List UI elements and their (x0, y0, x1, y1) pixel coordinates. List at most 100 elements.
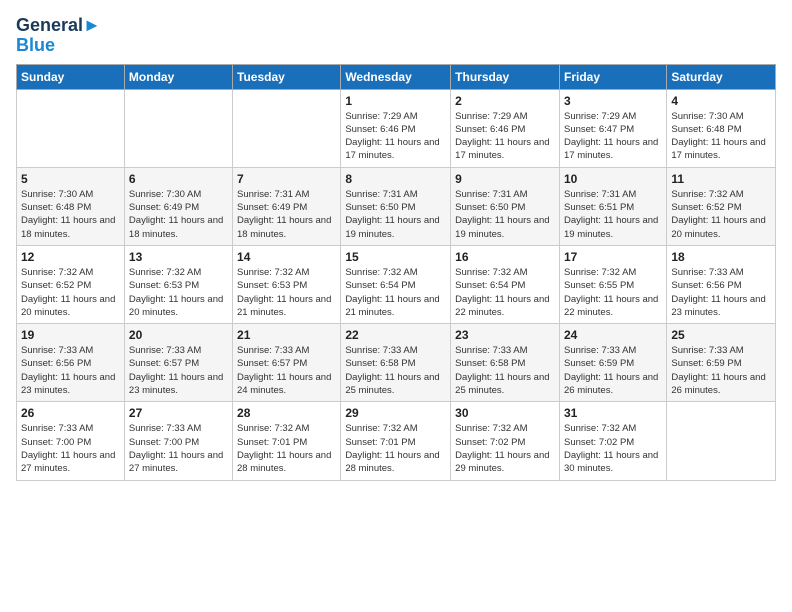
calendar-day-17: 17 Sunrise: 7:32 AM Sunset: 6:55 PM Dayli… (559, 245, 666, 323)
day-number: 4 (671, 94, 771, 108)
calendar-day-19: 19Sunrise: 7:33 AM Sunset: 6:56 PM Dayli… (17, 324, 125, 402)
day-info: Sunrise: 7:31 AM Sunset: 6:50 PM Dayligh… (455, 188, 555, 241)
day-info: Sunrise: 7:31 AM Sunset: 6:50 PM Dayligh… (345, 188, 446, 241)
day-info: Sunrise: 7:32 AM Sunset: 6:53 PM Dayligh… (237, 266, 336, 319)
day-number: 10 (564, 172, 662, 186)
day-number: 8 (345, 172, 446, 186)
day-number: 30 (455, 406, 555, 420)
calendar-day-20: 20 Sunrise: 7:33 AM Sunset: 6:57 PM Dayli… (124, 324, 232, 402)
calendar-day-8: 8 Sunrise: 7:31 AM Sunset: 6:50 PM Daylig… (341, 167, 451, 245)
logo: General►Blue (16, 16, 101, 56)
day-info: Sunrise: 7:31 AM Sunset: 6:49 PM Dayligh… (237, 188, 336, 241)
day-number: 29 (345, 406, 446, 420)
calendar-day-31: 31 Sunrise: 7:32 AM Sunset: 7:02 PM Dayli… (559, 402, 666, 480)
day-info: Sunrise: 7:29 AM Sunset: 6:46 PM Dayligh… (345, 110, 446, 163)
day-number: 17 (564, 250, 662, 264)
page-header: General►Blue (16, 16, 776, 56)
day-info: Sunrise: 7:33 AM Sunset: 7:00 PM Dayligh… (129, 422, 228, 475)
weekday-header-wednesday: Wednesday (341, 64, 451, 89)
day-number: 11 (671, 172, 771, 186)
day-number: 21 (237, 328, 336, 342)
day-number: 16 (455, 250, 555, 264)
day-info: Sunrise: 7:33 AM Sunset: 6:56 PM Dayligh… (671, 266, 771, 319)
day-number: 23 (455, 328, 555, 342)
calendar-week-3: 12 Sunrise: 7:32 AM Sunset: 6:52 PM Dayli… (17, 245, 776, 323)
weekday-header-saturday: Saturday (667, 64, 776, 89)
day-number: 5 (21, 172, 120, 186)
weekday-header-friday: Friday (559, 64, 666, 89)
day-info: Sunrise: 7:30 AM Sunset: 6:49 PM Dayligh… (129, 188, 228, 241)
day-number: 22 (345, 328, 446, 342)
calendar-empty (124, 89, 232, 167)
day-info: Sunrise: 7:32 AM Sunset: 6:54 PM Dayligh… (455, 266, 555, 319)
calendar-day-21: 21 Sunrise: 7:33 AM Sunset: 6:57 PM Dayli… (233, 324, 341, 402)
calendar-day-23: 23 Sunrise: 7:33 AM Sunset: 6:58 PM Dayli… (451, 324, 560, 402)
day-number: 27 (129, 406, 228, 420)
day-number: 24 (564, 328, 662, 342)
day-info: Sunrise: 7:33 AM Sunset: 6:59 PM Dayligh… (671, 344, 771, 397)
day-info: Sunrise: 7:33 AM Sunset: 6:58 PM Dayligh… (455, 344, 555, 397)
calendar-day-14: 14 Sunrise: 7:32 AM Sunset: 6:53 PM Dayli… (233, 245, 341, 323)
day-number: 9 (455, 172, 555, 186)
day-info: Sunrise: 7:32 AM Sunset: 6:52 PM Dayligh… (21, 266, 120, 319)
day-number: 15 (345, 250, 446, 264)
day-info: Sunrise: 7:32 AM Sunset: 7:02 PM Dayligh… (564, 422, 662, 475)
calendar-empty (667, 402, 776, 480)
calendar-day-29: 29 Sunrise: 7:32 AM Sunset: 7:01 PM Dayli… (341, 402, 451, 480)
calendar-header-row: SundayMondayTuesdayWednesdayThursdayFrid… (17, 64, 776, 89)
day-number: 31 (564, 406, 662, 420)
calendar-day-28: 28Sunrise: 7:32 AM Sunset: 7:01 PM Dayli… (233, 402, 341, 480)
calendar-day-26: 26 Sunrise: 7:33 AM Sunset: 7:00 PM Dayli… (17, 402, 125, 480)
calendar-day-15: 15Sunrise: 7:32 AM Sunset: 6:54 PM Dayli… (341, 245, 451, 323)
day-info: Sunrise: 7:32 AM Sunset: 6:53 PM Dayligh… (129, 266, 228, 319)
calendar-day-30: 30Sunrise: 7:32 AM Sunset: 7:02 PM Dayli… (451, 402, 560, 480)
day-info: Sunrise: 7:32 AM Sunset: 6:55 PM Dayligh… (564, 266, 662, 319)
day-number: 28 (237, 406, 336, 420)
day-number: 3 (564, 94, 662, 108)
calendar-day-3: 3 Sunrise: 7:29 AM Sunset: 6:47 PM Daylig… (559, 89, 666, 167)
calendar-table: SundayMondayTuesdayWednesdayThursdayFrid… (16, 64, 776, 481)
day-number: 25 (671, 328, 771, 342)
day-number: 12 (21, 250, 120, 264)
day-info: Sunrise: 7:33 AM Sunset: 6:57 PM Dayligh… (129, 344, 228, 397)
calendar-day-13: 13Sunrise: 7:32 AM Sunset: 6:53 PM Dayli… (124, 245, 232, 323)
day-number: 6 (129, 172, 228, 186)
day-info: Sunrise: 7:30 AM Sunset: 6:48 PM Dayligh… (21, 188, 120, 241)
calendar-day-4: 4 Sunrise: 7:30 AM Sunset: 6:48 PM Daylig… (667, 89, 776, 167)
day-number: 14 (237, 250, 336, 264)
calendar-empty (233, 89, 341, 167)
day-number: 18 (671, 250, 771, 264)
day-info: Sunrise: 7:32 AM Sunset: 6:52 PM Dayligh… (671, 188, 771, 241)
calendar-week-4: 19Sunrise: 7:33 AM Sunset: 6:56 PM Dayli… (17, 324, 776, 402)
calendar-day-10: 10Sunrise: 7:31 AM Sunset: 6:51 PM Dayli… (559, 167, 666, 245)
weekday-header-thursday: Thursday (451, 64, 560, 89)
weekday-header-tuesday: Tuesday (233, 64, 341, 89)
day-info: Sunrise: 7:33 AM Sunset: 6:59 PM Dayligh… (564, 344, 662, 397)
weekday-header-sunday: Sunday (17, 64, 125, 89)
day-number: 1 (345, 94, 446, 108)
day-info: Sunrise: 7:32 AM Sunset: 7:01 PM Dayligh… (345, 422, 446, 475)
day-number: 20 (129, 328, 228, 342)
calendar-day-1: 1 Sunrise: 7:29 AM Sunset: 6:46 PM Daylig… (341, 89, 451, 167)
day-info: Sunrise: 7:29 AM Sunset: 6:46 PM Dayligh… (455, 110, 555, 163)
calendar-week-1: 1 Sunrise: 7:29 AM Sunset: 6:46 PM Daylig… (17, 89, 776, 167)
calendar-week-5: 26 Sunrise: 7:33 AM Sunset: 7:00 PM Dayli… (17, 402, 776, 480)
calendar-day-5: 5 Sunrise: 7:30 AM Sunset: 6:48 PM Daylig… (17, 167, 125, 245)
day-info: Sunrise: 7:33 AM Sunset: 6:58 PM Dayligh… (345, 344, 446, 397)
calendar-empty (17, 89, 125, 167)
day-info: Sunrise: 7:33 AM Sunset: 6:57 PM Dayligh… (237, 344, 336, 397)
day-info: Sunrise: 7:33 AM Sunset: 6:56 PM Dayligh… (21, 344, 120, 397)
day-info: Sunrise: 7:33 AM Sunset: 7:00 PM Dayligh… (21, 422, 120, 475)
calendar-day-2: 2 Sunrise: 7:29 AM Sunset: 6:46 PM Daylig… (451, 89, 560, 167)
day-number: 26 (21, 406, 120, 420)
day-number: 7 (237, 172, 336, 186)
calendar-day-22: 22 Sunrise: 7:33 AM Sunset: 6:58 PM Dayli… (341, 324, 451, 402)
calendar-day-18: 18 Sunrise: 7:33 AM Sunset: 6:56 PM Dayli… (667, 245, 776, 323)
day-info: Sunrise: 7:30 AM Sunset: 6:48 PM Dayligh… (671, 110, 771, 163)
day-number: 2 (455, 94, 555, 108)
logo-text: General►Blue (16, 16, 101, 56)
calendar-day-9: 9 Sunrise: 7:31 AM Sunset: 6:50 PM Daylig… (451, 167, 560, 245)
day-info: Sunrise: 7:29 AM Sunset: 6:47 PM Dayligh… (564, 110, 662, 163)
calendar-day-6: 6 Sunrise: 7:30 AM Sunset: 6:49 PM Daylig… (124, 167, 232, 245)
calendar-day-25: 25 Sunrise: 7:33 AM Sunset: 6:59 PM Dayli… (667, 324, 776, 402)
